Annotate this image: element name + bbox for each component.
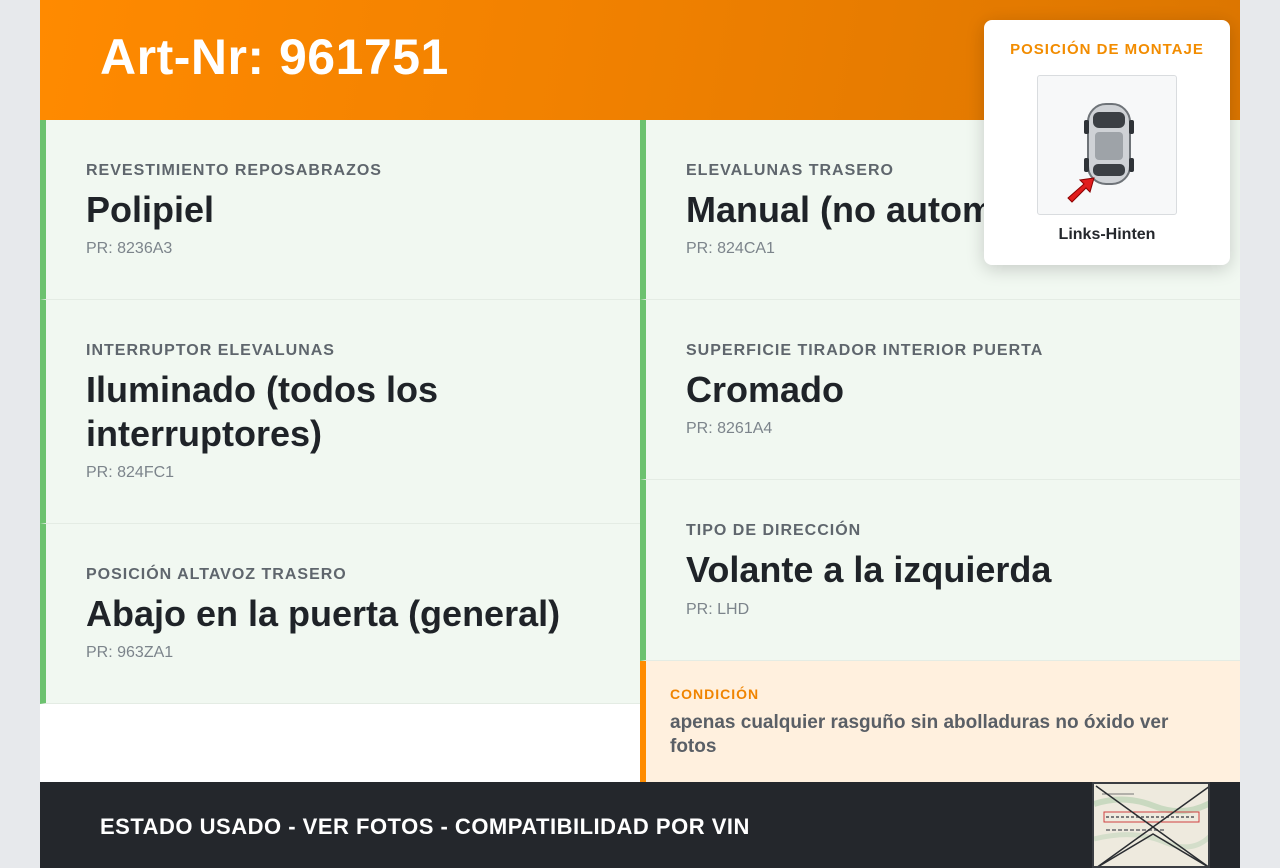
spec-value: Cromado: [686, 369, 845, 410]
spec-value: Iluminado (todos los interruptores): [86, 369, 438, 454]
spec-card: POSICIÓN ALTAVOZ TRASERO Abajo en la pue…: [40, 524, 640, 704]
condition-label: CONDICIÓN: [670, 686, 760, 702]
mounting-position-label: Links-Hinten: [1058, 226, 1156, 243]
spec-value: Volante a la izquierda: [686, 549, 1052, 590]
spec-label: REVESTIMIENTO REPOSABRAZOS: [86, 162, 382, 179]
document-thumbnail[interactable]: [1092, 782, 1210, 868]
spec-pr-code: PR: 8236A3: [86, 240, 173, 257]
spec-card: TIPO DE DIRECCIÓN Volante a la izquierda…: [640, 480, 1240, 661]
product-sheet: Art-Nr: 961751 REVESTIMIENTO REPOSABRAZO…: [40, 0, 1240, 868]
spec-label: INTERRUPTOR ELEVALUNAS: [86, 342, 335, 359]
spec-value: Abajo en la puerta (general): [86, 593, 561, 634]
spec-label: ELEVALUNAS TRASERO: [686, 162, 894, 179]
spec-pr-code: PR: 824CA1: [686, 240, 775, 257]
mounting-position-card: POSICIÓN DE MONTAJE Links-Hinten: [984, 20, 1230, 265]
spec-card: INTERRUPTOR ELEVALUNAS Iluminado (todos …: [40, 300, 640, 524]
mounting-title: POSICIÓN DE MONTAJE: [1010, 41, 1204, 58]
condition-box: CONDICIÓN apenas cualquier rasguño sin a…: [640, 661, 1240, 782]
spec-label: POSICIÓN ALTAVOZ TRASERO: [86, 566, 347, 583]
footer-notice: ESTADO USADO - VER FOTOS - COMPATIBILIDA…: [100, 814, 750, 839]
footer-bar: ESTADO USADO - VER FOTOS - COMPATIBILIDA…: [40, 782, 1240, 868]
spec-card: SUPERFICIE TIRADOR INTERIOR PUERTA Croma…: [640, 300, 1240, 480]
article-number-title: Art-Nr: 961751: [100, 29, 449, 85]
condition-text: apenas cualquier rasguño sin abolladuras…: [670, 712, 1169, 757]
spec-label: SUPERFICIE TIRADOR INTERIOR PUERTA: [686, 342, 1044, 359]
spec-label: TIPO DE DIRECCIÓN: [686, 522, 862, 539]
spec-pr-code: PR: 824FC1: [86, 464, 175, 481]
spec-value: Polipiel: [86, 189, 215, 230]
spec-card: REVESTIMIENTO REPOSABRAZOS Polipiel PR: …: [40, 120, 640, 300]
spec-pr-code: PR: 963ZA1: [86, 644, 174, 661]
spec-pr-code: PR: 8261A4: [686, 420, 773, 437]
document-thumbnail-icon: [1094, 784, 1208, 866]
spec-pr-code: PR: LHD: [686, 601, 750, 618]
car-top-view-icon: [1037, 75, 1177, 215]
spec-column-left: REVESTIMIENTO REPOSABRAZOS Polipiel PR: …: [40, 120, 640, 704]
